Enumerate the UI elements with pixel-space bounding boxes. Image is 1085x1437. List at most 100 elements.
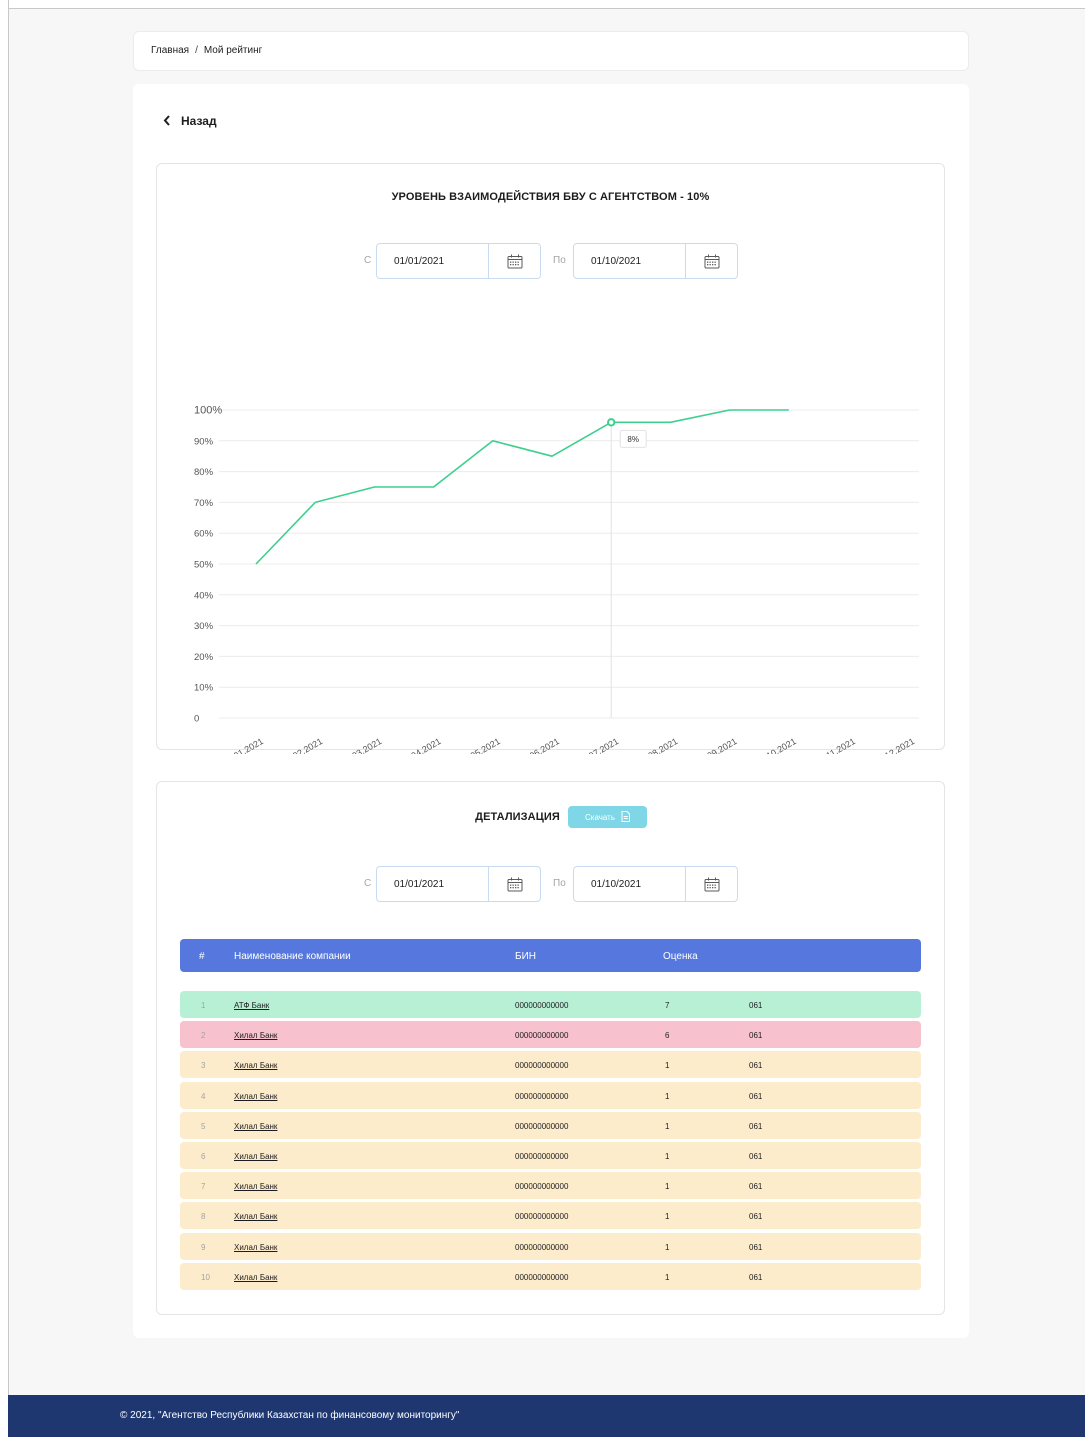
table-row[interactable]: 2 Хилал Банк 000000000000 6 061 bbox=[180, 1021, 921, 1049]
row-number: 9 bbox=[201, 1242, 206, 1252]
x-tick-label: 01.03.2021 bbox=[339, 736, 383, 754]
row-code: 061 bbox=[749, 1152, 763, 1161]
date-from-label: С bbox=[364, 878, 372, 889]
tooltip-label: 8% bbox=[627, 435, 639, 444]
row-code: 061 bbox=[749, 1272, 763, 1282]
company-name-link[interactable]: Хилал Банк bbox=[234, 1092, 277, 1101]
x-tick-label: 01.06.2021 bbox=[517, 736, 561, 754]
table-row[interactable]: 7 Хилал Банк 000000000000 1 061 bbox=[180, 1172, 921, 1200]
details-title: ДЕТАЛИЗАЦИЯ bbox=[475, 811, 560, 823]
company-name-link[interactable]: Хилал Банк bbox=[234, 1182, 277, 1191]
date-from-picker[interactable]: 01/01/2021 bbox=[376, 866, 541, 902]
y-tick-label: 70% bbox=[194, 498, 214, 509]
company-name-link[interactable]: Хилал Банк bbox=[234, 1212, 277, 1221]
table-row[interactable]: 5 Хилал Банк 000000000000 1 061 bbox=[180, 1111, 921, 1139]
row-bin: 000000000000 bbox=[515, 1152, 569, 1161]
x-tick-label: 01.02.2021 bbox=[280, 736, 324, 754]
row-code: 061 bbox=[749, 1121, 763, 1131]
row-score: 1 bbox=[665, 1242, 670, 1252]
row-bin: 000000000000 bbox=[515, 1091, 569, 1101]
date-to-picker[interactable]: 01/10/2021 bbox=[573, 243, 738, 279]
chart-title: УРОВЕНЬ ВЗАИМОДЕЙСТВИЯ БВУ С АГЕНТСТВОМ … bbox=[391, 191, 710, 203]
window-frame-top bbox=[0, 0, 1085, 9]
footer-copyright: © 2021, "Агентство Республики Казахстан … bbox=[120, 1410, 460, 1421]
company-name-link[interactable]: Хилал Банк bbox=[234, 1243, 277, 1252]
chart-panel: УРОВЕНЬ ВЗАИМОДЕЙСТВИЯ БВУ С АГЕНТСТВОМ … bbox=[156, 163, 945, 754]
table-row[interactable]: 6 Хилал Банк 000000000000 1 061 bbox=[180, 1142, 921, 1169]
row-code: 061 bbox=[749, 1091, 763, 1101]
company-name-link[interactable]: Хилал Банк bbox=[234, 1152, 277, 1161]
row-code: 061 bbox=[749, 1182, 763, 1192]
company-name-link[interactable]: Хилал Банк bbox=[234, 1273, 277, 1282]
document-icon bbox=[621, 810, 630, 824]
date-to-picker[interactable]: 01/10/2021 bbox=[573, 866, 738, 902]
y-tick-label: 0 bbox=[194, 714, 199, 725]
details-date-range: С 01/01/2021 По 01/10/2021 bbox=[157, 866, 944, 902]
calendar-icon[interactable] bbox=[685, 244, 738, 278]
footer: © 2021, "Агентство Республики Казахстан … bbox=[8, 1395, 1085, 1437]
row-number: 1 bbox=[201, 1001, 206, 1010]
column-header-score: Оценка bbox=[663, 951, 698, 962]
main-card: Назад УРОВЕНЬ ВЗАИМОДЕЙСТВИЯ БВУ С АГЕНТ… bbox=[133, 84, 969, 1338]
x-tick-label: 01.11.2021 bbox=[814, 736, 857, 754]
breadcrumb: Главная / Мой рейтинг bbox=[133, 31, 969, 71]
table-row[interactable]: 10 Хилал Банк 000000000000 1 061 bbox=[180, 1262, 921, 1290]
window-frame-left bbox=[0, 0, 9, 1437]
row-code: 061 bbox=[749, 1212, 763, 1222]
y-tick-label: 40% bbox=[194, 590, 214, 601]
calendar-icon[interactable] bbox=[488, 244, 541, 278]
y-tick-label: 50% bbox=[194, 560, 214, 571]
company-name-link[interactable]: АТФ Банк bbox=[234, 1001, 269, 1010]
column-header-company: Наименование компании bbox=[234, 951, 351, 962]
company-name-link[interactable]: Хилал Банк bbox=[234, 1031, 277, 1040]
series-line bbox=[255, 409, 789, 565]
x-tick-label: 01.10.2021 bbox=[754, 736, 798, 754]
date-to-value: 01/10/2021 bbox=[591, 879, 642, 890]
y-tick-label: 30% bbox=[194, 621, 214, 632]
x-tick-label: 01.01.2021 bbox=[221, 736, 265, 754]
row-number: 7 bbox=[201, 1182, 206, 1192]
company-name-link[interactable]: Хилал Банк bbox=[234, 1122, 277, 1131]
row-bin: 000000000000 bbox=[515, 1001, 569, 1010]
table-row[interactable]: 8 Хилал Банк 000000000000 1 061 bbox=[180, 1202, 921, 1230]
date-from-label: С bbox=[364, 255, 372, 266]
download-label: Скачать bbox=[585, 812, 615, 822]
back-label: Назад bbox=[181, 114, 217, 128]
date-from-value: 01/01/2021 bbox=[394, 256, 445, 267]
y-tick-label: 80% bbox=[194, 467, 214, 478]
table-row[interactable]: 9 Хилал Банк 000000000000 1 061 bbox=[180, 1232, 921, 1260]
row-number: 6 bbox=[201, 1152, 206, 1161]
row-number: 5 bbox=[201, 1121, 206, 1131]
y-tick-label: 10% bbox=[194, 683, 214, 694]
row-bin: 000000000000 bbox=[515, 1061, 569, 1071]
row-bin: 000000000000 bbox=[515, 1242, 569, 1252]
column-header-bin: БИН bbox=[515, 951, 536, 962]
x-tick-label: 01.07.2021 bbox=[576, 736, 620, 754]
row-code: 061 bbox=[749, 1031, 763, 1041]
highlight-point bbox=[607, 418, 616, 427]
y-tick-label: 90% bbox=[194, 436, 214, 447]
row-number: 4 bbox=[201, 1091, 206, 1101]
calendar-icon[interactable] bbox=[685, 867, 738, 901]
details-panel: ДЕТАЛИЗАЦИЯ Скачать С 01/01/2021 По 01/1… bbox=[156, 781, 945, 1315]
breadcrumb-home-link[interactable]: Главная bbox=[151, 45, 189, 56]
row-number: 10 bbox=[201, 1272, 210, 1282]
chart-date-range: С 01/01/2021 По 01/10/2021 bbox=[157, 243, 944, 279]
table-row[interactable]: 4 Хилал Банк 000000000000 1 061 bbox=[180, 1081, 921, 1109]
company-name-link[interactable]: Хилал Банк bbox=[234, 1061, 277, 1070]
row-score: 7 bbox=[665, 1001, 670, 1010]
x-tick-label: 01.09.2021 bbox=[695, 736, 739, 754]
calendar-icon[interactable] bbox=[488, 867, 541, 901]
download-button[interactable]: Скачать bbox=[568, 806, 647, 828]
date-to-label: По bbox=[553, 878, 566, 889]
row-bin: 000000000000 bbox=[515, 1272, 569, 1282]
row-code: 061 bbox=[749, 1242, 763, 1252]
x-tick-label: 01.08.2021 bbox=[635, 736, 679, 754]
date-from-picker[interactable]: 01/01/2021 bbox=[376, 243, 541, 279]
back-button[interactable]: Назад bbox=[163, 114, 217, 128]
breadcrumb-current: Мой рейтинг bbox=[203, 45, 263, 56]
table-row[interactable]: 1 АТФ Банк 000000000000 7 061 bbox=[180, 991, 921, 1018]
table-row[interactable]: 3 Хилал Банк 000000000000 1 061 bbox=[180, 1051, 921, 1079]
column-header-number: # bbox=[199, 951, 205, 962]
row-number: 3 bbox=[201, 1061, 206, 1071]
